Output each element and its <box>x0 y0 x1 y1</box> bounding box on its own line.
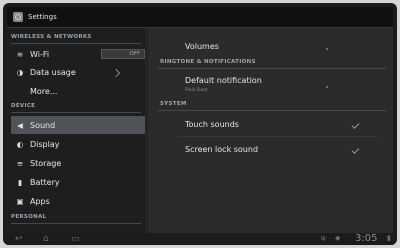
sidebar-item-sound[interactable]: ◀ Sound <box>11 116 145 134</box>
sidebar-item-label: Display <box>30 139 60 149</box>
section-header-ringtone: RINGTONE & NOTIFICATIONS <box>160 59 256 65</box>
screen-lock-sound-checkbox[interactable] <box>351 146 360 154</box>
sidebar-item-label: Storage <box>30 158 62 168</box>
usb-icon: ψ <box>321 234 326 242</box>
sidebar-item-label: More... <box>30 86 58 96</box>
sidebar-item-data-usage[interactable]: ◑ Data usage <box>11 64 145 80</box>
chevron-right-icon <box>111 68 121 78</box>
sidebar-item-label: Battery <box>30 177 60 187</box>
sidebar-item-battery[interactable]: ▮ Battery <box>11 174 145 190</box>
section-divider <box>11 43 141 44</box>
default-notification-item[interactable]: Default notification <box>185 76 262 85</box>
signal-icon: ◆ <box>335 234 341 242</box>
wifi-icon: ≋ <box>16 49 24 59</box>
sound-settings-pane: Volumes RINGTONE & NOTIFICATIONS Default… <box>148 28 393 233</box>
sidebar-item-apps[interactable]: ▣ Apps <box>11 193 145 209</box>
sidebar-item-storage[interactable]: ≡ Storage <box>11 155 145 171</box>
speaker-icon: ◀ <box>17 120 23 130</box>
home-icon[interactable]: ⌂ <box>43 234 49 244</box>
row-divider <box>178 136 378 137</box>
recent-apps-icon[interactable]: ▭ <box>71 234 80 244</box>
sidebar-item-wifi[interactable]: ≋ Wi-Fi OFF <box>11 46 145 62</box>
item-indicator <box>326 86 328 88</box>
battery-status-icon: ▮ <box>387 234 391 242</box>
apps-icon: ▣ <box>16 196 24 206</box>
tablet-device: Settings WIRELESS & NETWORKS ≋ Wi-Fi OFF… <box>3 3 397 245</box>
section-divider <box>11 223 141 224</box>
settings-sidebar: WIRELESS & NETWORKS ≋ Wi-Fi OFF ◑ Data u… <box>7 28 145 233</box>
section-divider <box>158 110 386 111</box>
default-notification-summary: Pixie Dust <box>185 88 208 93</box>
action-bar: Settings <box>7 7 393 28</box>
settings-app-icon <box>13 12 23 22</box>
wifi-toggle[interactable]: OFF <box>101 49 145 59</box>
screen-lock-sound-item[interactable]: Screen lock sound <box>185 145 258 154</box>
storage-icon: ≡ <box>16 158 24 168</box>
sidebar-item-display[interactable]: ◐ Display <box>11 136 145 152</box>
clock: 3:05 <box>355 233 378 244</box>
sidebar-item-label: Sound <box>30 120 56 130</box>
sidebar-item-label: Data usage <box>30 67 76 77</box>
back-icon[interactable]: ↩ <box>15 234 23 244</box>
app-title: Settings <box>28 13 57 21</box>
settings-screen: Settings WIRELESS & NETWORKS ≋ Wi-Fi OFF… <box>7 7 393 233</box>
section-divider <box>11 112 141 113</box>
battery-icon: ▮ <box>17 177 23 187</box>
system-bar: ↩ ⌂ ▭ ψ ◆ 3:05 ▮ <box>3 233 397 245</box>
sidebar-item-more[interactable]: More... <box>11 83 145 99</box>
sidebar-item-label: Apps <box>30 196 50 206</box>
touch-sounds-checkbox[interactable] <box>351 121 360 129</box>
volumes-item[interactable]: Volumes <box>185 42 219 51</box>
display-icon: ◐ <box>16 139 24 149</box>
section-header-system: SYSTEM <box>160 101 187 107</box>
data-usage-icon: ◑ <box>16 67 24 77</box>
touch-sounds-item[interactable]: Touch sounds <box>185 120 239 129</box>
item-indicator <box>326 48 328 50</box>
sidebar-item-label: Wi-Fi <box>30 49 50 59</box>
section-divider <box>158 68 386 69</box>
